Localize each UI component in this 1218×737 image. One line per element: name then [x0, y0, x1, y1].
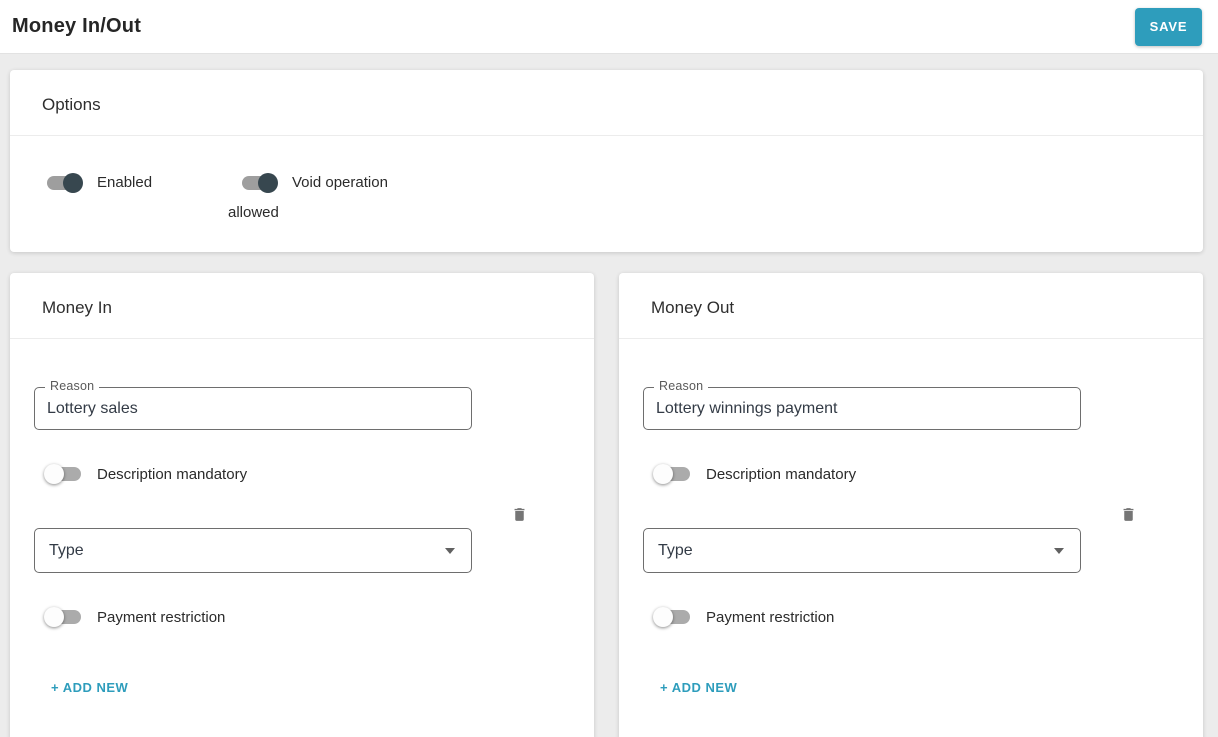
delete-reason-button[interactable]	[1120, 505, 1137, 523]
description-mandatory-label: Description mandatory	[97, 465, 248, 483]
type-select[interactable]: Type	[34, 528, 472, 573]
add-new-button[interactable]: + ADD NEW	[51, 680, 128, 695]
money-in-card-title: Money In	[10, 273, 594, 339]
void-operation-toggle-row: Void operation allowed	[228, 168, 398, 228]
trash-icon	[1123, 508, 1134, 521]
description-mandatory-toggle[interactable]	[653, 464, 692, 484]
add-new-button[interactable]: + ADD NEW	[660, 680, 737, 695]
reason-field-label: Reason	[654, 379, 709, 393]
money-cards-row: Money In Reason Description mandatory	[10, 273, 1203, 737]
payment-restriction-row: Payment restriction	[653, 607, 1179, 627]
reason-field: Reason	[643, 379, 1081, 430]
payment-restriction-toggle[interactable]	[44, 607, 83, 627]
type-select-value: Type	[658, 541, 693, 559]
type-select-value: Type	[49, 541, 84, 559]
enabled-toggle[interactable]	[46, 173, 83, 194]
void-operation-toggle[interactable]	[241, 173, 278, 194]
description-mandatory-row: Description mandatory	[653, 464, 1179, 484]
payment-restriction-toggle[interactable]	[653, 607, 692, 627]
top-bar: Money In/Out SAVE	[0, 0, 1218, 54]
enabled-toggle-row: Enabled	[33, 168, 228, 228]
payment-restriction-label: Payment restriction	[706, 608, 835, 626]
reason-input[interactable]	[35, 388, 471, 429]
description-mandatory-toggle[interactable]	[44, 464, 83, 484]
money-in-body: Reason Description mandatory Type	[10, 379, 594, 737]
money-out-card: Money Out Reason Description mandatory	[619, 273, 1203, 737]
options-body: Enabled Void operation allowed	[10, 136, 1203, 252]
toggle-knob	[653, 464, 673, 484]
options-card: Options Enabled Void operation allowed	[10, 70, 1203, 252]
toggle-knob	[44, 607, 64, 627]
page-title: Money In/Out	[12, 15, 142, 37]
trash-icon	[514, 508, 525, 521]
options-card-title: Options	[10, 70, 1203, 136]
chevron-down-icon	[1054, 547, 1064, 554]
chevron-down-icon	[445, 547, 455, 554]
description-mandatory-row: Description mandatory	[44, 464, 570, 484]
toggle-knob	[44, 464, 64, 484]
toggle-knob	[653, 607, 673, 627]
reason-field: Reason	[34, 379, 472, 430]
payment-restriction-row: Payment restriction	[44, 607, 570, 627]
payment-restriction-label: Payment restriction	[97, 608, 226, 626]
toggle-knob	[258, 173, 278, 194]
reason-field-label: Reason	[45, 379, 100, 393]
toggle-knob	[63, 173, 83, 194]
money-out-card-title: Money Out	[619, 273, 1203, 339]
money-in-card: Money In Reason Description mandatory	[10, 273, 594, 737]
delete-row	[34, 505, 570, 523]
description-mandatory-label: Description mandatory	[706, 465, 857, 483]
delete-reason-button[interactable]	[511, 505, 528, 523]
save-button[interactable]: SAVE	[1135, 7, 1202, 46]
type-select[interactable]: Type	[643, 528, 1081, 573]
enabled-toggle-label: Enabled	[97, 174, 153, 191]
delete-row	[643, 505, 1179, 523]
money-out-body: Reason Description mandatory Type	[619, 379, 1203, 737]
reason-input[interactable]	[644, 388, 1080, 429]
